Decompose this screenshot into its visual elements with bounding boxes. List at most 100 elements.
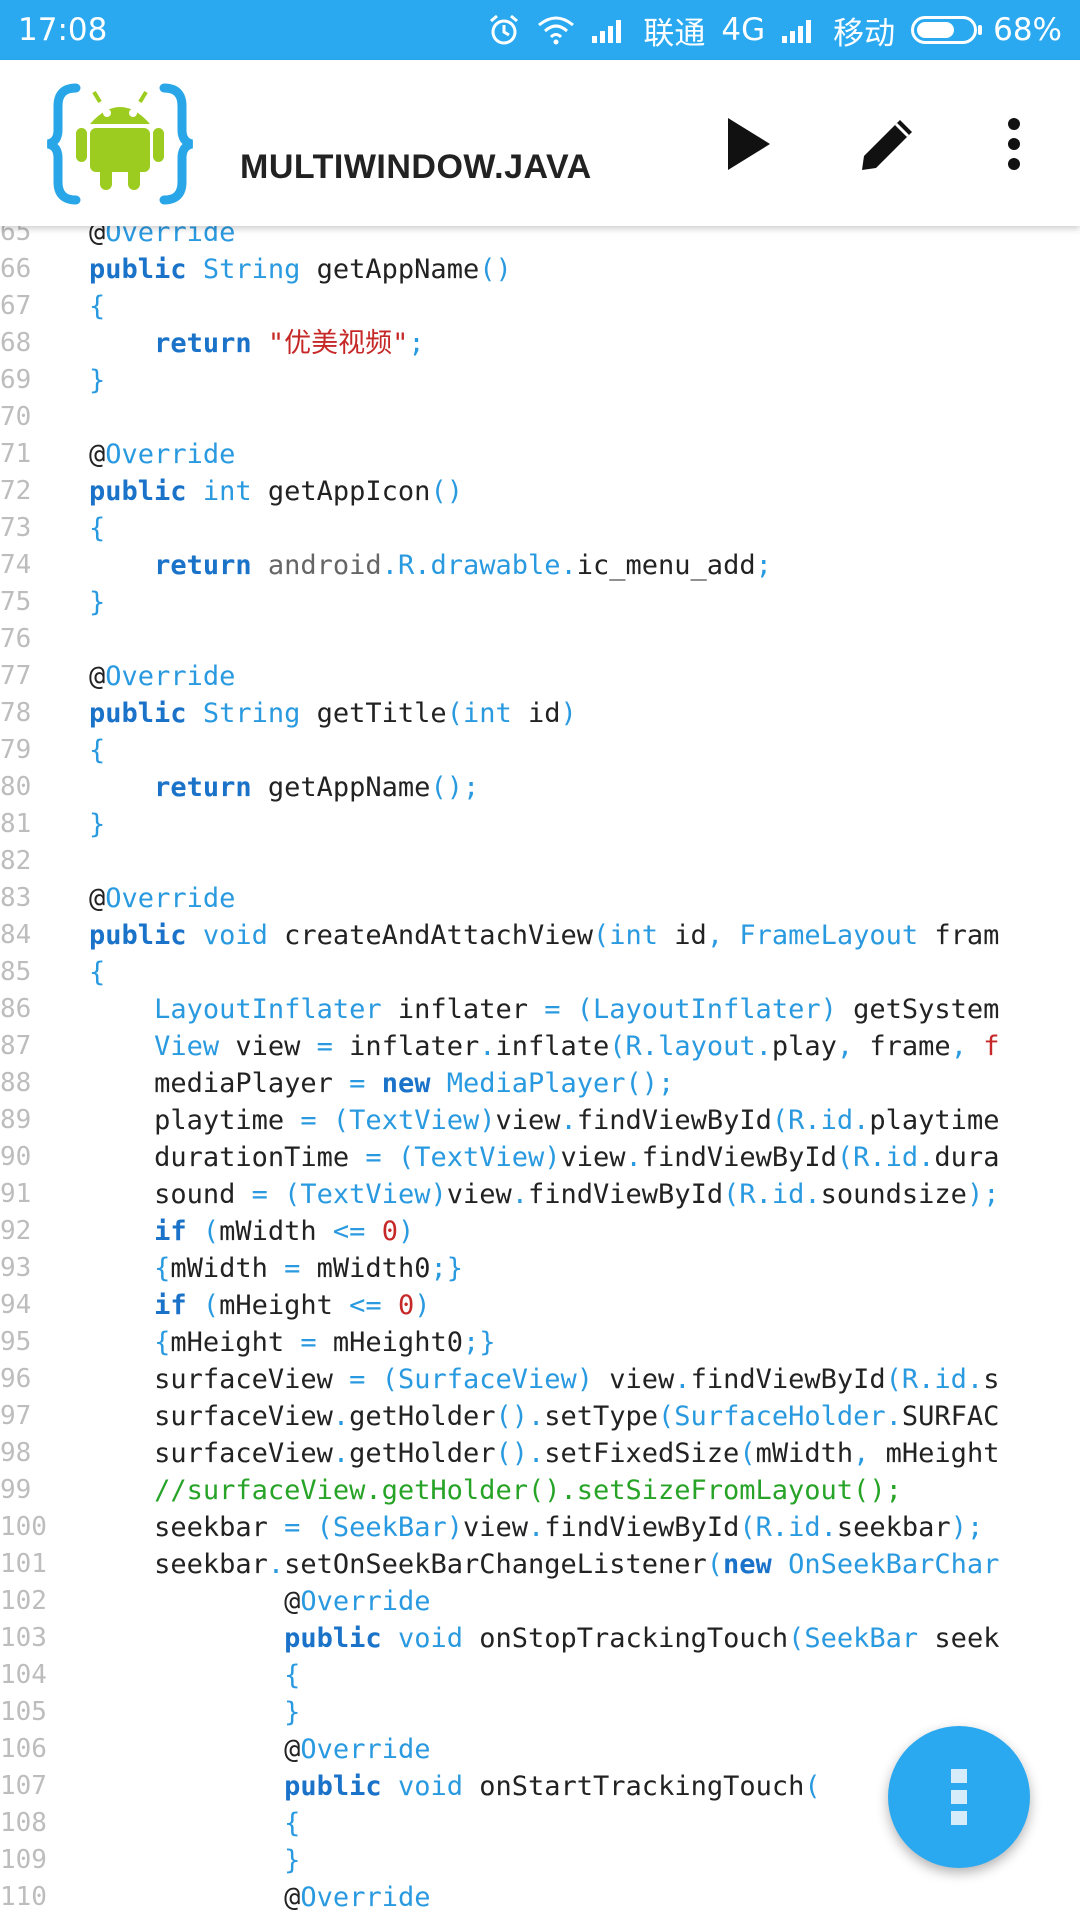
code-token: int: [462, 698, 512, 729]
code-line[interactable]: 81}: [0, 806, 1080, 843]
code-line[interactable]: 76: [0, 621, 1080, 658]
code-token: (TextView): [332, 1105, 496, 1136]
pencil-icon: [862, 120, 912, 170]
code-line[interactable]: 84 public void createAndAttachView(int id…: [0, 917, 1080, 954]
alarm-icon: [487, 13, 521, 47]
code-line[interactable]: 95 {mHeight = mHeight0;}: [0, 1324, 1080, 1361]
code-line[interactable]: 72 public int getAppIcon(): [0, 473, 1080, 510]
code-token: setOnSeekBarChangeListener: [284, 1549, 707, 1580]
line-number: 101: [0, 1549, 47, 1579]
code-token: .: [511, 1179, 529, 1210]
code-token: durationTime: [154, 1142, 366, 1173]
status-time: 17:08: [18, 12, 108, 48]
code-text: {: [284, 1657, 300, 1694]
code-text: @Override: [89, 658, 235, 695]
code-token: @: [89, 439, 106, 470]
line-number: 109: [0, 1845, 47, 1875]
code-token: }: [284, 1697, 301, 1728]
run-button[interactable]: [706, 104, 786, 184]
code-line[interactable]: 98 surfaceView.getHolder().setFixedSize(m…: [0, 1435, 1080, 1472]
code-line[interactable]: 94 if (mHeight <= 0): [0, 1287, 1080, 1324]
code-line[interactable]: 103 public void onStopTrackingTouch(SeekB…: [0, 1620, 1080, 1657]
code-token: {: [284, 1660, 301, 1691]
code-token: 0: [397, 1290, 415, 1321]
code-token: findViewById: [544, 1512, 740, 1543]
code-text: //surfaceView.getHolder().setSizeFromLay…: [154, 1472, 902, 1509]
code-line[interactable]: 75}: [0, 584, 1080, 621]
code-line[interactable]: 102 @Override: [0, 1583, 1080, 1620]
code-line[interactable]: 87 View view = inflater.inflate(R.layout.…: [0, 1028, 1080, 1065]
code-line[interactable]: 93 {mWidth = mWidth0;}: [0, 1250, 1080, 1287]
code-token: inflater: [332, 1031, 480, 1062]
code-token: .: [479, 1031, 496, 1062]
edit-button[interactable]: [848, 104, 928, 184]
line-number: 70: [0, 402, 32, 432]
code-token: (R.id.: [723, 1179, 821, 1210]
code-line[interactable]: 104 {: [0, 1657, 1080, 1694]
code-line[interactable]: 71 @Override: [0, 436, 1080, 473]
fab-menu-button[interactable]: [888, 1726, 1030, 1868]
line-number: 68: [0, 328, 32, 358]
code-line[interactable]: 91 sound = (TextView)view.findViewById(R.…: [0, 1176, 1080, 1213]
line-number: 81: [0, 809, 32, 839]
code-line[interactable]: 101 seekbar.setOnSeekBarChangeListener(ne…: [0, 1546, 1080, 1583]
line-number: 79: [0, 735, 32, 765]
code-line[interactable]: 88 mediaPlayer = new MediaPlayer();: [0, 1065, 1080, 1102]
code-line[interactable]: 100 seekbar = (SeekBar)view.findViewById(…: [0, 1509, 1080, 1546]
line-number: 67: [0, 291, 32, 321]
code-line[interactable]: 67 {: [0, 288, 1080, 325]
code-line[interactable]: 99 //surfaceView.getHolder().setSizeFromL…: [0, 1472, 1080, 1509]
code-line[interactable]: 82: [0, 843, 1080, 880]
code-line[interactable]: 70: [0, 399, 1080, 436]
code-line[interactable]: 74 return android.R.drawable.ic_menu_add;: [0, 547, 1080, 584]
code-token: =: [300, 1105, 317, 1136]
code-token: void: [397, 1771, 463, 1802]
code-line[interactable]: 80 return getAppName();: [0, 769, 1080, 806]
code-line[interactable]: 92 if (mWidth <= 0): [0, 1213, 1080, 1250]
code-text: public int getAppIcon(): [89, 473, 463, 510]
code-line[interactable]: 86 LayoutInflater inflater = (LayoutInfla…: [0, 991, 1080, 1028]
code-token: view: [219, 1031, 317, 1062]
code-line[interactable]: 105}: [0, 1694, 1080, 1731]
code-text: if (mHeight <= 0): [154, 1287, 430, 1324]
code-line[interactable]: 73 {: [0, 510, 1080, 547]
code-line[interactable]: 97 surfaceView.getHolder().setType(Surfac…: [0, 1398, 1080, 1435]
code-line[interactable]: 85 {: [0, 954, 1080, 991]
code-line[interactable]: 77 @Override: [0, 658, 1080, 695]
code-line[interactable]: 65 @Override: [0, 226, 1080, 251]
code-line[interactable]: 96 surfaceView = (SurfaceView) view.findV…: [0, 1361, 1080, 1398]
code-text: LayoutInflater inflater = (LayoutInflate…: [154, 991, 999, 1028]
code-line[interactable]: 66 public String getAppName(): [0, 251, 1080, 288]
code-token: public: [89, 254, 187, 285]
code-editor[interactable]: 65 @Override 66 public String getAppName() 6…: [0, 226, 1080, 1920]
code-text: seekbar = (SeekBar)view.findViewById(R.i…: [154, 1509, 983, 1546]
code-line[interactable]: 90 durationTime = (TextView)view.findView…: [0, 1139, 1080, 1176]
code-line[interactable]: 89 playtime = (TextView)view.findViewById…: [0, 1102, 1080, 1139]
code-token: (R.id.: [771, 1105, 870, 1136]
code-token: if: [154, 1216, 187, 1247]
line-number: 108: [0, 1808, 47, 1838]
overflow-menu-button[interactable]: [974, 104, 1054, 184]
code-token: (TextView): [397, 1142, 561, 1173]
code-text: surfaceView.getHolder().setFixedSize(mWi…: [154, 1435, 999, 1472]
code-text: {: [89, 954, 105, 991]
code-line[interactable]: 79 {: [0, 732, 1080, 769]
code-line[interactable]: 68 return "优美视频";: [0, 325, 1080, 362]
code-line[interactable]: 78 public String getTitle(int id): [0, 695, 1080, 732]
code-text: public void createAndAttachView(int id, …: [89, 917, 999, 954]
code-line[interactable]: 69}: [0, 362, 1080, 399]
code-token: seek: [918, 1623, 1000, 1654]
code-token: (: [739, 1438, 756, 1469]
code-token: OnSeekBarChar: [788, 1549, 1000, 1580]
line-number: 74: [0, 550, 32, 580]
code-line[interactable]: 83 @Override: [0, 880, 1080, 917]
code-token: inflate: [495, 1031, 610, 1062]
signal-icon: [781, 16, 817, 44]
code-token: //surfaceView.getHolder().setSizeFromLay…: [154, 1475, 902, 1506]
line-number: 88: [0, 1068, 32, 1098]
code-line[interactable]: 110 @Override: [0, 1879, 1080, 1916]
